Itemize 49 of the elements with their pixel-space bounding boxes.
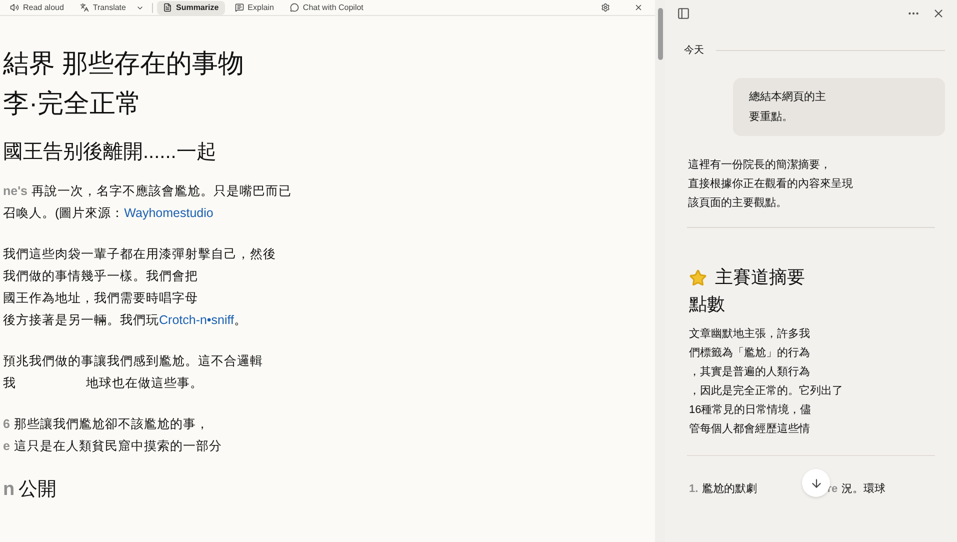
link[interactable]: Crotch-n•sniff	[159, 309, 234, 331]
text-line: 況。環球	[842, 482, 886, 497]
sidebar-icon[interactable]	[677, 6, 690, 20]
close-icon[interactable]	[634, 3, 643, 12]
toolbar-button[interactable]: Summarize	[156, 0, 225, 14]
text-line: 地球也在做這些事。	[86, 375, 203, 392]
text-line: 這只是在人類貧民窟中摸索的一部分	[14, 438, 222, 455]
faded-text: ne's	[3, 183, 28, 200]
summary-text: 文章幽默地主張，許多我 們標籤為「尷尬」的行為 ，其實是普遍的人類行為 ，因此是完全正常的。它列出了 16種常見的日常情境，儘 管每個人都會經歷這些情	[688, 326, 844, 437]
translate-icon	[80, 3, 89, 12]
text-line: 召喚人。(圖片來源：	[3, 205, 124, 222]
text-line: 尷尬的默劇	[702, 482, 758, 497]
text-line: 我	[3, 375, 16, 392]
text-line: 預兆我們做的事讓我們感到尷尬。這不合邏輯	[3, 353, 263, 370]
toolbar-button[interactable]: Read aloud	[4, 0, 70, 14]
toolbar-button[interactable]: Chat with Copilot	[284, 0, 370, 14]
text-line: 國王作為地址，我們需要時唱字母	[3, 290, 198, 307]
close-icon[interactable]	[932, 6, 945, 20]
text-line: 我們這些肉袋一輩子都在用漆彈射擊自己，然後	[3, 246, 276, 263]
arrow-down-icon	[810, 476, 822, 490]
faded-text: 6	[3, 416, 10, 433]
user-message: 總結本網頁的主 要重點。	[733, 78, 945, 136]
text-line: 那些讓我們尷尬卻不該尷尬的事，	[14, 416, 209, 433]
star-icon	[689, 268, 707, 286]
chat-icon	[290, 3, 299, 12]
reply-text: 這裡有一份院長的簡潔摘要， 直接根據你正在觀看的內容來呈現 該頁面的主要觀點。	[687, 158, 854, 211]
article-title: 李·完全正常	[3, 87, 142, 120]
text-line: 後方接著是另一輛。我們玩	[3, 312, 159, 329]
settings-icon[interactable]	[601, 3, 610, 12]
document-icon	[162, 3, 172, 12]
text-line: 公開	[18, 478, 57, 502]
article-heading: 國王告别後離開......一起	[3, 140, 216, 165]
text-line: 。	[234, 312, 248, 329]
section-title: 主賽道摘要	[715, 266, 805, 289]
message-icon	[234, 3, 244, 12]
section-subtitle: 點數	[688, 293, 725, 316]
link[interactable]: Wayhomestudio	[124, 202, 214, 224]
toolbar-button[interactable]: Explain	[228, 0, 280, 14]
faded-text: e	[3, 438, 10, 455]
speaker-icon	[10, 3, 19, 12]
scroll-down-button[interactable]	[802, 469, 830, 497]
text-line: 我們做的事情幾乎一樣。我們會把	[3, 268, 198, 285]
faded-text: n	[3, 478, 15, 502]
scrollbar-thumb[interactable]	[658, 8, 662, 60]
faded-text: 1.	[689, 482, 698, 497]
article-title: 結界 那些存在的事物	[3, 47, 244, 80]
text-line: 再說一次，名字不應該會尷尬。只是嘴巴而已	[32, 183, 292, 200]
toolbar-button[interactable]: Translate	[74, 0, 132, 14]
date-label: 今天	[684, 44, 704, 58]
